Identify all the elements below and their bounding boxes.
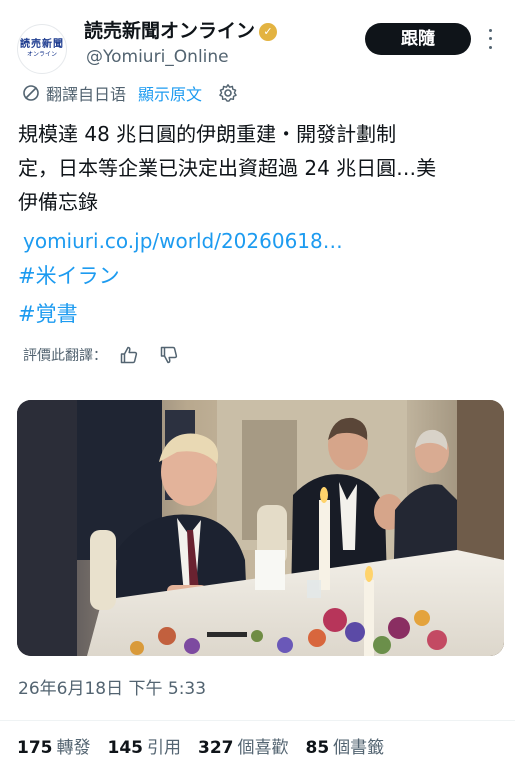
retweet-stat[interactable]: 175 轉發 bbox=[17, 736, 91, 760]
quote-stat[interactable]: 145 引用 bbox=[108, 736, 182, 760]
divider bbox=[0, 720, 515, 721]
more-options-icon[interactable] bbox=[484, 26, 496, 52]
hashtag-link[interactable]: #覚書 bbox=[18, 300, 78, 328]
media-video[interactable] bbox=[17, 400, 504, 656]
bookmark-label: 個書籤 bbox=[333, 738, 385, 758]
avatar-logo-subtext: オンライン bbox=[26, 51, 57, 58]
article-link[interactable]: yomiuri.co.jp/world/20260618… bbox=[23, 228, 343, 254]
hashtag-link[interactable]: #米イラン bbox=[18, 262, 120, 290]
post-header: 読売新聞 オンライン 読売新聞オンライン ✓ @Yomiuri_Online 跟隨 bbox=[0, 0, 515, 78]
translation-bar: 翻譯自日语 顯示原文 bbox=[22, 80, 238, 106]
like-stat[interactable]: 327 個喜歡 bbox=[198, 736, 289, 760]
gear-icon[interactable] bbox=[218, 83, 238, 103]
like-count: 327 bbox=[198, 738, 234, 758]
photo-dinner-scene bbox=[17, 400, 504, 656]
post-text-line: 伊備忘錄 bbox=[18, 190, 98, 214]
post-timestamp[interactable]: 26年6月18日 下午 5:33 bbox=[18, 677, 206, 701]
bookmark-stat[interactable]: 85 個書籤 bbox=[306, 736, 385, 760]
user-handle[interactable]: @Yomiuri_Online bbox=[86, 46, 229, 68]
quote-count: 145 bbox=[107, 738, 144, 758]
post-text-line: 規模達 48 兆日圓的伊朗重建・開發計劃制 bbox=[18, 122, 397, 146]
thumbs-down-icon[interactable] bbox=[159, 345, 179, 365]
translate-icon bbox=[23, 85, 39, 101]
verified-badge-icon: ✓ bbox=[259, 23, 278, 41]
engagement-stats: 175 轉發 145 引用 327 個喜歡 85 個書籤 bbox=[17, 736, 401, 760]
retweet-count: 175 bbox=[17, 738, 53, 758]
thumbs-up-icon[interactable] bbox=[119, 345, 139, 365]
rate-translation-label: 評價此翻譯： bbox=[23, 348, 107, 364]
display-name[interactable]: 読売新聞オンライン ✓ bbox=[84, 19, 278, 43]
quote-label: 引用 bbox=[147, 738, 181, 758]
avatar[interactable]: 読売新聞 オンライン bbox=[17, 24, 67, 74]
bookmark-count: 85 bbox=[305, 738, 330, 758]
like-label: 個喜歡 bbox=[237, 738, 289, 758]
avatar-logo-text: 読売新聞 bbox=[20, 39, 64, 50]
follow-button[interactable]: 跟隨 bbox=[365, 23, 471, 55]
display-name-text: 読売新聞オンライン bbox=[84, 20, 256, 42]
post-text-line: 定，日本等企業已決定出資超過 24 兆日圓…美 bbox=[18, 156, 437, 180]
rate-translation-row: 評價此翻譯： bbox=[23, 343, 179, 367]
translated-from-label: 翻譯自日语 bbox=[46, 85, 127, 104]
post-text: 規模達 48 兆日圓的伊朗重建・開發計劃制 定，日本等企業已決定出資超過 24 … bbox=[18, 117, 508, 219]
show-original-link[interactable]: 顯示原文 bbox=[138, 81, 202, 105]
retweet-label: 轉發 bbox=[56, 738, 91, 758]
